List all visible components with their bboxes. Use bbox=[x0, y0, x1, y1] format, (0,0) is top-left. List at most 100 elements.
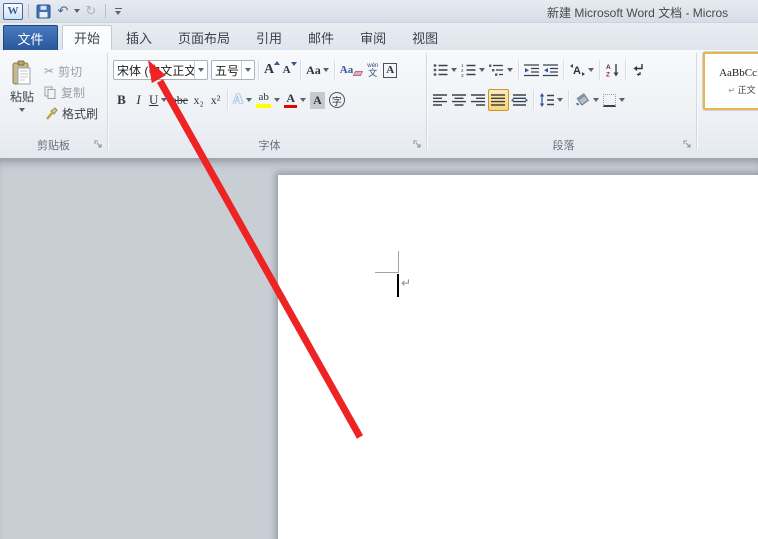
document-area[interactable]: ↵ bbox=[0, 159, 758, 539]
font-name-dropdown[interactable] bbox=[194, 61, 207, 79]
tab-file[interactable]: 文件 bbox=[3, 25, 58, 50]
align-center-button[interactable] bbox=[450, 89, 469, 111]
align-right-icon bbox=[471, 93, 485, 106]
window-title: 新建 Microsoft Word 文档 - Micros bbox=[547, 6, 729, 20]
bullets-button[interactable] bbox=[431, 59, 459, 81]
subscript-button[interactable]: x₂ bbox=[190, 89, 207, 111]
scissors-icon: ✂ bbox=[44, 64, 55, 78]
asian-layout-icon: A bbox=[570, 64, 585, 77]
numbering-button[interactable]: 1 2 3 bbox=[459, 59, 487, 81]
clear-formatting-label: Aa bbox=[339, 64, 354, 76]
chevron-down-icon bbox=[479, 68, 485, 72]
character-shading-button[interactable]: A bbox=[308, 89, 327, 111]
margin-crop-mark-vertical bbox=[398, 251, 399, 273]
borders-button[interactable] bbox=[601, 89, 627, 111]
document-page[interactable]: ↵ bbox=[278, 175, 758, 539]
superscript-button[interactable]: x² bbox=[207, 89, 224, 111]
word-app-icon[interactable]: W bbox=[3, 2, 23, 20]
font-size-combo[interactable]: 五号 bbox=[211, 60, 255, 80]
line-spacing-button[interactable] bbox=[537, 89, 565, 111]
divider bbox=[568, 90, 569, 110]
bullet-list-icon bbox=[433, 64, 448, 76]
divider bbox=[518, 60, 519, 80]
tab-home[interactable]: 开始 bbox=[62, 25, 112, 50]
asian-layout-button[interactable]: A bbox=[567, 59, 596, 81]
clipboard-group-label-text: 剪贴板 bbox=[37, 139, 70, 152]
tab-review[interactable]: 审阅 bbox=[348, 25, 398, 50]
numbered-list-icon: 1 2 3 bbox=[461, 63, 476, 77]
clipboard-icon bbox=[12, 60, 31, 85]
chevron-down-icon bbox=[557, 98, 563, 102]
save-button[interactable] bbox=[34, 2, 52, 20]
divider bbox=[333, 60, 335, 80]
paint-bucket-icon bbox=[576, 93, 590, 106]
copy-button[interactable]: 复制 bbox=[44, 83, 98, 101]
grow-font-button[interactable]: A bbox=[262, 59, 281, 81]
enclose-characters-glyph: 字 bbox=[328, 92, 345, 108]
chevron-down-icon bbox=[115, 10, 121, 15]
svg-text:Z: Z bbox=[606, 72, 610, 78]
increase-indent-button[interactable] bbox=[541, 59, 560, 81]
italic-label: I bbox=[136, 92, 141, 107]
tab-insert[interactable]: 插入 bbox=[114, 25, 164, 50]
undo-button[interactable]: ↶ bbox=[54, 2, 72, 20]
underline-dropdown-caret[interactable] bbox=[161, 98, 168, 102]
align-left-button[interactable] bbox=[431, 89, 450, 111]
justify-button[interactable] bbox=[488, 89, 509, 111]
highlight-label: ab bbox=[258, 91, 269, 103]
highlight-color-bar bbox=[256, 104, 272, 108]
svg-text:3: 3 bbox=[461, 73, 464, 77]
redo-button[interactable]: ↻ bbox=[82, 2, 100, 20]
shading-button[interactable] bbox=[572, 89, 601, 111]
strikethrough-button[interactable]: abe bbox=[169, 89, 190, 111]
italic-button[interactable]: I bbox=[130, 89, 147, 111]
shrink-font-button[interactable]: A bbox=[280, 59, 298, 81]
arrow-down-icon bbox=[291, 62, 298, 66]
enclose-characters-button[interactable]: 字 bbox=[327, 89, 347, 111]
undo-dropdown-caret[interactable] bbox=[74, 9, 80, 13]
underline-button[interactable]: U bbox=[147, 89, 169, 111]
clipboard-dialog-launcher[interactable] bbox=[93, 139, 104, 150]
tab-view[interactable]: 视图 bbox=[400, 25, 450, 50]
style-normal-card[interactable]: AaBbCcD ↵ 正文 bbox=[703, 52, 758, 110]
cut-button[interactable]: ✂ 剪切 bbox=[44, 62, 98, 80]
customize-qat-button[interactable] bbox=[111, 7, 125, 15]
clear-formatting-button[interactable]: Aa bbox=[338, 59, 364, 81]
character-border-button[interactable]: A bbox=[381, 59, 399, 81]
decrease-indent-button[interactable] bbox=[522, 59, 541, 81]
chevron-down-icon bbox=[588, 68, 594, 72]
paste-button[interactable]: 粘贴 bbox=[0, 58, 44, 136]
sort-button[interactable]: A Z bbox=[603, 59, 622, 81]
character-shading-letter: A bbox=[310, 91, 325, 109]
multilevel-list-button[interactable] bbox=[487, 59, 515, 81]
pilcrow-icon: ↵ bbox=[728, 85, 736, 95]
distributed-button[interactable] bbox=[509, 89, 530, 111]
customize-qat-icon bbox=[114, 7, 122, 9]
show-hide-marks-button[interactable] bbox=[629, 59, 647, 81]
divider bbox=[28, 4, 29, 18]
tab-mailings[interactable]: 邮件 bbox=[296, 25, 346, 50]
text-effects-button[interactable]: A bbox=[231, 89, 254, 111]
ribbon: 粘贴 ✂ 剪切 复制 格式刷 剪贴板 宋体 (中文正文 五号 A A Aa Aa… bbox=[0, 50, 758, 159]
font-name-combo[interactable]: 宋体 (中文正文 bbox=[113, 60, 208, 80]
format-painter-button[interactable]: 格式刷 bbox=[44, 104, 98, 122]
line-spacing-icon bbox=[539, 93, 554, 107]
tab-page-layout[interactable]: 页面布局 bbox=[166, 25, 242, 50]
font-size-dropdown[interactable] bbox=[241, 61, 254, 79]
tab-references[interactable]: 引用 bbox=[244, 25, 294, 50]
change-case-button[interactable]: Aa bbox=[304, 59, 331, 81]
word-window: W ↶ ↻ 新建 Microsoft Word 文档 - Micros 文件 开… bbox=[0, 0, 758, 539]
phonetic-guide-button[interactable]: wén 文 bbox=[364, 59, 381, 81]
text-highlight-button[interactable]: ab bbox=[254, 89, 282, 111]
group-clipboard: 粘贴 ✂ 剪切 复制 格式刷 剪贴板 bbox=[0, 50, 107, 153]
character-border-letter: A bbox=[383, 62, 398, 78]
align-right-button[interactable] bbox=[469, 89, 488, 111]
chevron-down-icon bbox=[451, 68, 457, 72]
bold-button[interactable]: B bbox=[113, 89, 130, 111]
paragraph-dialog-launcher[interactable] bbox=[682, 139, 693, 150]
font-color-button[interactable]: A bbox=[282, 89, 308, 111]
paste-dropdown-caret[interactable] bbox=[19, 108, 25, 112]
font-dialog-launcher[interactable] bbox=[412, 139, 423, 150]
shrink-font-letter: A bbox=[282, 64, 291, 76]
decrease-indent-icon bbox=[524, 63, 539, 76]
